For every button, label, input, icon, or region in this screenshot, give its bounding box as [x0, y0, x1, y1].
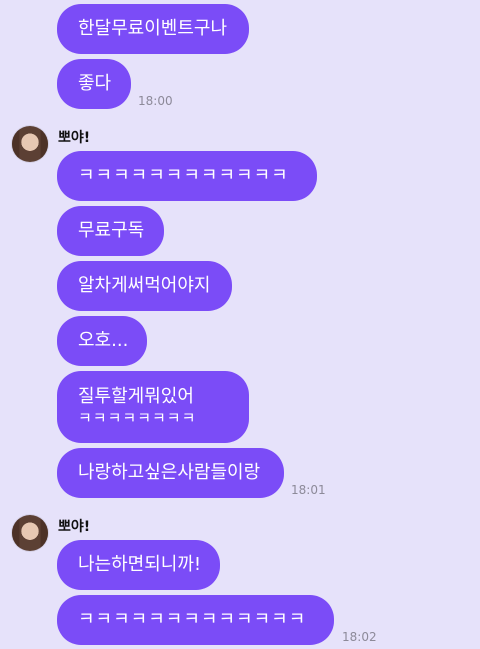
- message-bubble[interactable]: 나는하면되니까!: [57, 540, 220, 590]
- message-bubble[interactable]: ㅋㅋㅋㅋㅋㅋㅋㅋㅋㅋㅋㅋ: [57, 151, 317, 201]
- avatar-hair: [12, 515, 48, 551]
- sender-name: 뽀야!: [58, 519, 91, 535]
- message-text: 좋다: [78, 73, 112, 94]
- message-timestamp: 18:00: [138, 94, 173, 108]
- message-text: 알차게써먹어야지: [78, 275, 211, 296]
- sender-avatar[interactable]: [12, 126, 48, 162]
- message-bubble[interactable]: 좋다: [57, 59, 131, 109]
- message-text: ㅋㅋㅋㅋㅋㅋㅋㅋㅋㅋㅋㅋ: [78, 165, 289, 186]
- message-bubble[interactable]: 질투할게뭐있어 ㅋㅋㅋㅋㅋㅋㅋㅋ: [57, 371, 249, 443]
- message-text: ㅋㅋㅋㅋㅋㅋㅋㅋㅋㅋㅋㅋㅋ: [78, 609, 307, 630]
- message-timestamp: 18:01: [291, 483, 326, 497]
- sender-name: 뽀야!: [58, 130, 91, 146]
- message-bubble[interactable]: 알차게써먹어야지: [57, 261, 232, 311]
- sender-avatar[interactable]: [12, 515, 48, 551]
- message-text-line2: ㅋㅋㅋㅋㅋㅋㅋㅋ: [78, 409, 197, 427]
- message-timestamp: 18:02: [342, 630, 377, 644]
- message-text: 무료구독: [78, 220, 145, 241]
- message-text: 질투할게뭐있어: [78, 386, 194, 407]
- message-bubble[interactable]: 한달무료이벤트구나: [57, 4, 249, 54]
- chat-window: 한달무료이벤트구나 좋다 18:00 뽀야! ㅋㅋㅋㅋㅋㅋㅋㅋㅋㅋㅋㅋ 무료구독…: [0, 0, 480, 649]
- avatar-hair: [12, 126, 48, 162]
- message-bubble[interactable]: 나랑하고싶은사람들이랑: [57, 448, 284, 498]
- message-text: 한달무료이벤트구나: [78, 18, 228, 39]
- message-text: 오호...: [78, 330, 129, 351]
- message-bubble[interactable]: 무료구독: [57, 206, 164, 256]
- message-bubble[interactable]: ㅋㅋㅋㅋㅋㅋㅋㅋㅋㅋㅋㅋㅋ: [57, 595, 334, 645]
- message-text: 나는하면되니까!: [78, 554, 202, 575]
- message-bubble[interactable]: 오호...: [57, 316, 147, 366]
- message-text: 나랑하고싶은사람들이랑: [78, 462, 261, 483]
